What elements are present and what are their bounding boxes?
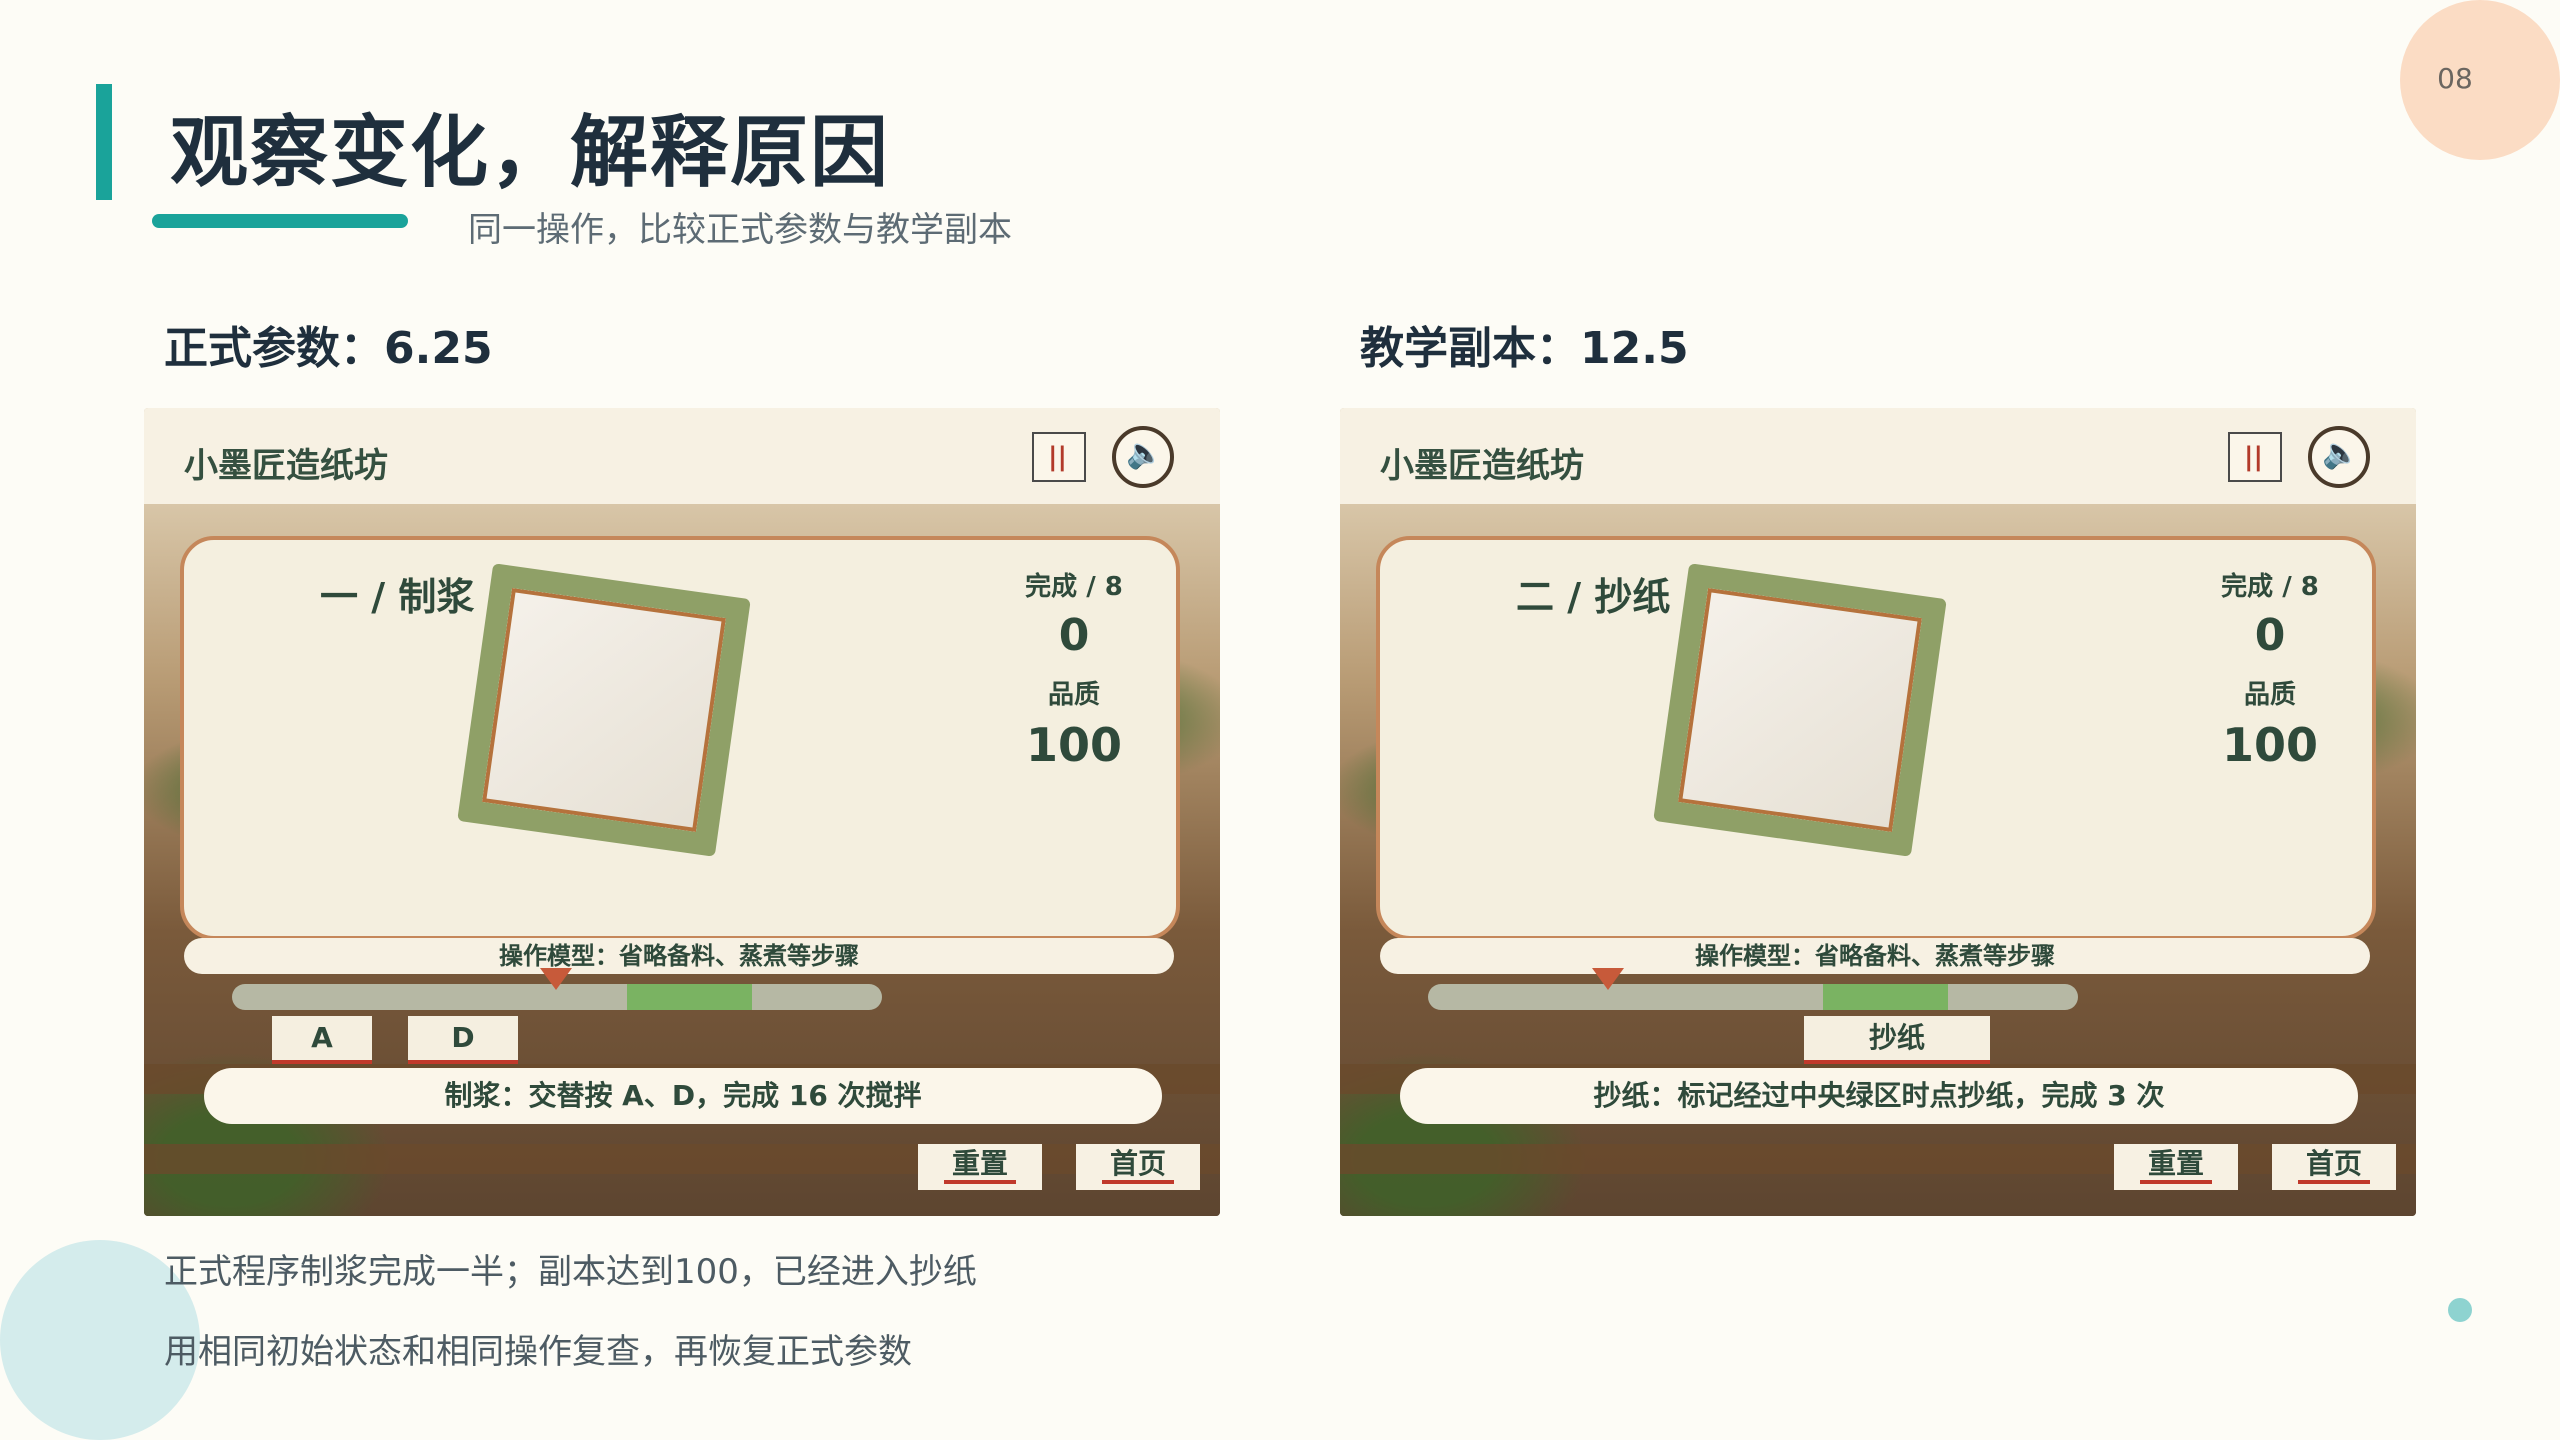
sound-button[interactable]: 🔈 [2308, 426, 2370, 488]
title-accent-bar [96, 84, 112, 200]
left-game-screenshot: 小墨匠造纸坊 || 🔈 一 / 制浆 完成 / 8 0 品质 100 操作模型：… [144, 408, 1220, 1216]
home-button[interactable]: 首页 [1076, 1144, 1200, 1190]
pause-button[interactable]: || [1032, 432, 1086, 482]
instruction-bar: 抄纸：标记经过中央绿区时点抄纸，完成 3 次 [1400, 1068, 2358, 1124]
slide-title: 观察变化，解释原因 [170, 108, 891, 198]
slide-subtitle: 同一操作，比较正式参数与教学副本 [468, 210, 1012, 250]
game-topbar: 小墨匠造纸坊 || 🔈 [144, 408, 1220, 504]
pause-icon: || [2244, 442, 2263, 472]
timing-marker [1592, 968, 1624, 990]
progress-label: 完成 / 8 [1025, 572, 1123, 602]
game-title: 小墨匠造纸坊 [184, 446, 388, 486]
home-label: 首页 [1101, 1147, 1174, 1184]
papermaking-action-button[interactable]: 抄纸 [1804, 1016, 1990, 1064]
quality-value: 100 [1025, 718, 1123, 772]
timing-track [1428, 984, 2078, 1010]
quality-value: 100 [2221, 718, 2319, 772]
operation-model-note: 操作模型：省略备料、蒸煮等步骤 [184, 938, 1174, 974]
reset-button[interactable]: 重置 [918, 1144, 1042, 1190]
page-number: 08 [2437, 62, 2473, 95]
sound-button[interactable]: 🔈 [1112, 426, 1174, 488]
right-game-screenshot: 小墨匠造纸坊 || 🔈 二 / 抄纸 完成 / 8 0 品质 100 操作模型：… [1340, 408, 2416, 1216]
stage-card: 一 / 制浆 完成 / 8 0 品质 100 [180, 536, 1180, 940]
left-heading: 正式参数：6.25 [164, 323, 493, 374]
game-topbar: 小墨匠造纸坊 || 🔈 [1340, 408, 2416, 504]
game-title: 小墨匠造纸坊 [1380, 446, 1584, 486]
pause-icon: || [1048, 442, 1067, 472]
green-zone [627, 984, 752, 1010]
progress-value: 0 [1058, 610, 1090, 661]
speaker-icon: 🔈 [1126, 436, 1164, 471]
bamboo-paper-frame [1653, 563, 1947, 857]
reset-label: 重置 [943, 1147, 1016, 1184]
progress-label: 完成 / 8 [2221, 572, 2319, 602]
bamboo-paper-frame [457, 563, 751, 857]
home-label: 首页 [2297, 1147, 2370, 1184]
right-heading: 教学副本：12.5 [1360, 323, 1689, 374]
quality-label: 品质 [2243, 680, 2296, 710]
speaker-icon: 🔈 [2322, 436, 2360, 471]
observation-note-1: 正式程序制浆完成一半；副本达到100，已经进入抄纸 [164, 1252, 977, 1292]
stage-label: 一 / 制浆 [320, 575, 475, 619]
decorative-dot [2448, 1298, 2472, 1322]
timing-marker [540, 968, 572, 990]
key-d-button[interactable]: D [408, 1016, 518, 1064]
pause-button[interactable]: || [2228, 432, 2282, 482]
quality-label: 品质 [1047, 680, 1100, 710]
stage-label: 二 / 抄纸 [1516, 575, 1671, 619]
stage-card: 二 / 抄纸 完成 / 8 0 品质 100 [1376, 536, 2376, 940]
key-a-button[interactable]: A [272, 1016, 372, 1064]
reset-label: 重置 [2139, 1147, 2212, 1184]
reset-button[interactable]: 重置 [2114, 1144, 2238, 1190]
green-zone [1823, 984, 1948, 1010]
observation-note-2: 用相同初始状态和相同操作复查，再恢复正式参数 [164, 1332, 912, 1372]
home-button[interactable]: 首页 [2272, 1144, 2396, 1190]
operation-model-note: 操作模型：省略备料、蒸煮等步骤 [1380, 938, 2370, 974]
title-underline [152, 214, 408, 228]
instruction-bar: 制浆：交替按 A、D，完成 16 次搅拌 [204, 1068, 1162, 1124]
progress-value: 0 [2254, 610, 2286, 661]
